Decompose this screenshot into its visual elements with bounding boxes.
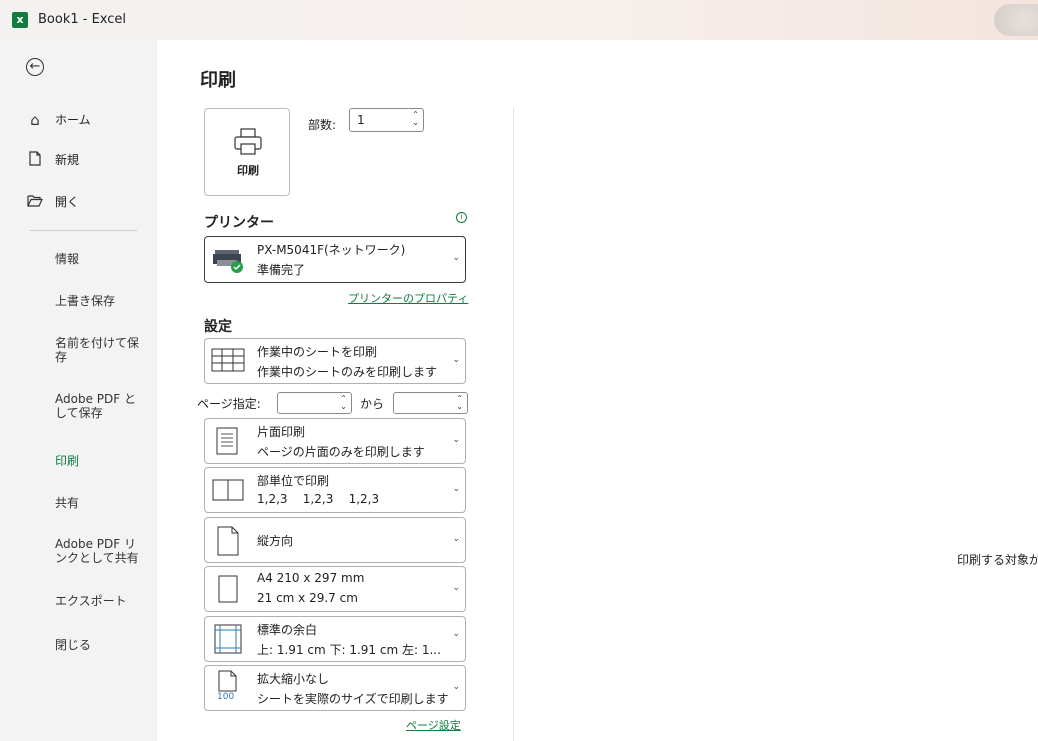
- window-title: Book1 - Excel: [38, 12, 127, 27]
- sidebar-item-new[interactable]: 新規: [0, 148, 157, 172]
- setting-description: 21 cm x 29.7 cm: [257, 591, 358, 605]
- copies-stepper[interactable]: 1 ⌃ ⌄: [349, 108, 424, 132]
- sidebar-item-label: 新規: [55, 153, 80, 167]
- settings-heading: 設定: [204, 319, 232, 335]
- scaling-dropdown[interactable]: 100 拡大縮小なし シートを実際のサイズで印刷します ⌄: [204, 665, 466, 711]
- chevron-down-icon: ⌄: [452, 484, 460, 494]
- print-button-label: 印刷: [237, 164, 259, 177]
- page-from-input[interactable]: ⌃ ⌄: [277, 392, 352, 414]
- title-bar: x Book1 - Excel: [0, 0, 1038, 40]
- setting-description: ページの片面のみを印刷します: [257, 445, 425, 459]
- pages-label: ページ指定:: [197, 397, 261, 411]
- setting-title: 標準の余白: [257, 623, 318, 637]
- margins-icon: [214, 624, 242, 654]
- paper-size-dropdown[interactable]: A4 210 x 297 mm 21 cm x 29.7 cm ⌄: [204, 566, 466, 612]
- sidebar-item-info[interactable]: 情報: [55, 252, 150, 266]
- setting-title: 片面印刷: [257, 425, 306, 439]
- printer-name: PX-M5041F(ネットワーク): [257, 243, 406, 257]
- scaling-page-icon: [218, 670, 237, 692]
- printer-status: 準備完了: [257, 263, 306, 277]
- printer-heading: プリンター: [204, 215, 274, 231]
- pages-to-label: から: [360, 397, 385, 411]
- info-icon[interactable]: i: [456, 212, 467, 223]
- setting-description: 1,2,3 1,2,3 1,2,3: [257, 492, 380, 506]
- setting-title: 部単位で印刷: [257, 474, 330, 488]
- page-range-row: ページ指定: ⌃ ⌄ から ⌃ ⌄: [197, 392, 469, 414]
- sidebar-item-print[interactable]: 印刷: [55, 454, 150, 468]
- printer-dropdown[interactable]: PX-M5041F(ネットワーク) 準備完了 ⌄: [204, 236, 466, 283]
- chevron-down-icon: ⌄: [452, 355, 460, 365]
- chevron-down-icon: ⌄: [452, 629, 460, 639]
- sidebar-item-save-as-pdf[interactable]: Adobe PDF として保存: [55, 392, 145, 420]
- setting-description: シートを実際のサイズで印刷します: [257, 692, 449, 706]
- new-document-icon: [26, 151, 44, 169]
- avatar[interactable]: [994, 4, 1038, 36]
- spin-arrows-icon[interactable]: ⌃ ⌄: [456, 395, 463, 411]
- sidebar-item-export[interactable]: エクスポート: [55, 594, 150, 608]
- folder-open-icon: [26, 193, 44, 211]
- collated-pages-icon: [212, 479, 244, 501]
- sheet-grid-icon: [211, 348, 245, 372]
- sidebar-item-close[interactable]: 閉じる: [55, 638, 150, 652]
- printer-properties-link[interactable]: プリンターのプロパティ: [348, 290, 468, 306]
- sidebar-item-open[interactable]: 開く: [0, 190, 157, 214]
- setting-title: A4 210 x 297 mm: [257, 571, 365, 585]
- excel-logo-icon: x: [12, 12, 28, 28]
- chevron-down-icon: ⌄: [452, 435, 460, 445]
- copies-label: 部数:: [308, 118, 337, 132]
- sidebar-item-home[interactable]: ⌂ ホーム: [0, 108, 157, 132]
- sidebar-item-save[interactable]: 上書き保存: [55, 294, 150, 308]
- paper-icon: [218, 575, 238, 603]
- home-icon: ⌂: [30, 111, 40, 129]
- printer-icon: [234, 128, 262, 155]
- setting-title: 縦方向: [257, 534, 294, 548]
- back-arrow-icon[interactable]: ←: [26, 58, 44, 76]
- page-to-input[interactable]: ⌃ ⌄: [393, 392, 468, 414]
- backstage-sidebar: ← ⌂ ホーム 新規 開く 情報 上書き保存 名前を付けて保存 Adobe PD…: [0, 40, 157, 741]
- scaling-percent: 100: [217, 692, 235, 702]
- chevron-down-icon: ⌄: [452, 583, 460, 593]
- print-scope-dropdown[interactable]: 作業中のシートを印刷 作業中のシートのみを印刷します ⌄: [204, 338, 466, 384]
- one-sided-page-icon: [216, 427, 238, 455]
- sidebar-item-save-as[interactable]: 名前を付けて保存: [55, 336, 143, 364]
- setting-title: 拡大縮小なし: [257, 672, 330, 686]
- print-panel: 印刷 印刷 部数: 1 ⌃ ⌄ プリンター i PX-M5041F(ネットワーク)…: [157, 40, 1038, 741]
- chevron-down-icon: ⌄: [452, 253, 460, 263]
- setting-description: 作業中のシートのみを印刷します: [257, 365, 438, 379]
- chevron-down-icon: ⌄: [452, 682, 460, 692]
- sidebar-item-share[interactable]: 共有: [55, 496, 150, 510]
- chevron-down-icon: ⌄: [452, 534, 460, 544]
- spin-arrows-icon[interactable]: ⌃ ⌄: [340, 395, 347, 411]
- preview-divider: [513, 108, 514, 741]
- setting-description: 上: 1.91 cm 下: 1.91 cm 左: 1...: [257, 643, 441, 657]
- copies-value: 1: [357, 113, 365, 127]
- preview-message: 印刷する対象があ: [957, 553, 1038, 567]
- sidebar-item-label: ホーム: [55, 113, 91, 127]
- margins-dropdown[interactable]: 標準の余白 上: 1.91 cm 下: 1.91 cm 左: 1... ⌄: [204, 616, 466, 662]
- setting-title: 作業中のシートを印刷: [257, 345, 378, 359]
- spin-arrows-icon[interactable]: ⌃ ⌄: [412, 111, 419, 127]
- sidebar-divider: [30, 230, 137, 231]
- orientation-dropdown[interactable]: 縦方向 ⌄: [204, 517, 466, 563]
- print-button[interactable]: 印刷: [204, 108, 290, 196]
- sides-dropdown[interactable]: 片面印刷 ページの片面のみを印刷します ⌄: [204, 418, 466, 464]
- collate-dropdown[interactable]: 部単位で印刷 1,2,3 1,2,3 1,2,3 ⌄: [204, 467, 466, 513]
- page-title: 印刷: [200, 70, 236, 91]
- sidebar-item-label: 開く: [55, 195, 80, 209]
- page-setup-link[interactable]: ページ設定: [406, 717, 461, 733]
- portrait-page-icon: [217, 526, 239, 556]
- sidebar-item-share-pdf-link[interactable]: Adobe PDF リンクとして共有: [55, 537, 145, 565]
- printer-ready-icon: [213, 250, 243, 273]
